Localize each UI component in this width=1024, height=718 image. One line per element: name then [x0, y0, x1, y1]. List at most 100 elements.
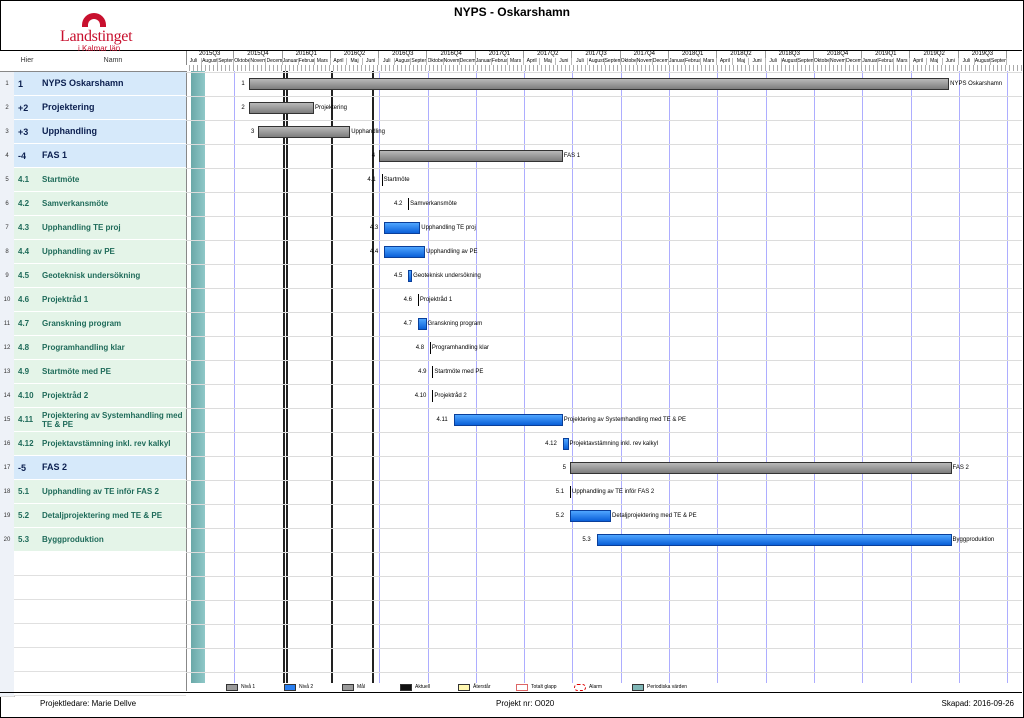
- timeline-month: December: [846, 58, 863, 65]
- name-column-header[interactable]: Namn: [40, 51, 186, 72]
- row-hier[interactable]: 4.2: [14, 192, 40, 216]
- row-name: Upphandling: [40, 120, 186, 144]
- row-gridline: [186, 408, 1022, 409]
- task-row[interactable]: 11 4.7 Granskning program: [0, 312, 186, 337]
- task-row[interactable]: 10 4.6 Projektråd 1: [0, 288, 186, 313]
- task-row[interactable]: 8 4.4 Upphandling av PE: [0, 240, 186, 265]
- row-hier[interactable]: 4.9: [14, 360, 40, 384]
- gantt-task-bar[interactable]: [417, 318, 427, 330]
- row-hier[interactable]: 1: [14, 72, 40, 96]
- row-number: [0, 552, 15, 577]
- gantt-milestone[interactable]: [432, 366, 434, 378]
- gantt-summary-bar[interactable]: [569, 462, 952, 474]
- gantt-summary-bar[interactable]: [248, 78, 950, 90]
- gantt-task-bar[interactable]: [562, 438, 569, 450]
- gantt-milestone[interactable]: [429, 342, 431, 354]
- row-name: Startmöte med PE: [40, 360, 186, 384]
- timeline-month: November: [443, 58, 460, 65]
- row-hier[interactable]: 4.5: [14, 264, 40, 288]
- row-name: Projektering: [40, 96, 186, 120]
- timeline-month: Mars: [894, 58, 911, 65]
- task-row[interactable]: 20 5.3 Byggproduktion: [0, 528, 186, 553]
- bar-id-label: 5.2: [555, 513, 565, 519]
- row-hier[interactable]: 5.1: [14, 480, 40, 504]
- task-row[interactable]: 5 4.1 Startmöte: [0, 168, 186, 193]
- task-row[interactable]: 17 -5 FAS 2: [0, 456, 186, 481]
- task-row[interactable]: 18 5.1 Upphandling av TE inför FAS 2: [0, 480, 186, 505]
- legend-swatch: [342, 683, 354, 691]
- gantt-task-bar[interactable]: [384, 222, 421, 234]
- timeline-month: Maj: [733, 58, 750, 65]
- gantt-task-bar[interactable]: [408, 270, 413, 282]
- legend-item: Periodiska värden: [632, 683, 687, 691]
- row-name: Upphandling TE proj: [40, 216, 186, 240]
- row-hier[interactable]: 4.11: [14, 408, 40, 432]
- row-number: 17: [0, 456, 15, 481]
- row-hier[interactable]: 4.7: [14, 312, 40, 336]
- gantt-milestone[interactable]: [381, 174, 383, 186]
- timeline-month: April: [524, 58, 541, 65]
- row-hier[interactable]: 4.10: [14, 384, 40, 408]
- gantt-milestone[interactable]: [432, 390, 434, 402]
- task-row[interactable]: 13 4.9 Startmöte med PE: [0, 360, 186, 385]
- task-row[interactable]: 14 4.10 Projektråd 2: [0, 384, 186, 409]
- legend-swatch: [284, 683, 296, 691]
- marker-line: [330, 71, 333, 683]
- task-row[interactable]: 6 4.2 Samverkansmöte: [0, 192, 186, 217]
- task-row[interactable]: 3 +3 Upphandling: [0, 120, 186, 145]
- row-hier[interactable]: 4.12: [14, 432, 40, 456]
- legend-item: Nivå 2: [284, 683, 313, 691]
- gantt-task-bar[interactable]: [384, 246, 426, 258]
- row-hier[interactable]: 5.2: [14, 504, 40, 528]
- task-row[interactable]: 4 -4 FAS 1: [0, 144, 186, 169]
- row-hier[interactable]: +3: [14, 120, 40, 144]
- row-name: Programhandling klar: [40, 336, 186, 360]
- bar-label: FAS 2: [952, 465, 969, 471]
- task-row[interactable]: 9 4.5 Geoteknisk undersökning: [0, 264, 186, 289]
- row-gridline: [186, 72, 1022, 73]
- gantt-milestone[interactable]: [408, 198, 410, 210]
- timeline-quarter: 2016Q3: [379, 51, 428, 58]
- row-hier[interactable]: 4.8: [14, 336, 40, 360]
- row-hier[interactable]: +2: [14, 96, 40, 120]
- bar-id-label: 4.4: [369, 249, 379, 255]
- row-hier-value: 4.2: [18, 199, 30, 208]
- gantt-summary-bar[interactable]: [379, 150, 563, 162]
- row-number: [0, 648, 15, 673]
- row-hier[interactable]: 4.1: [14, 168, 40, 192]
- gantt-task-bar[interactable]: [596, 534, 952, 546]
- row-hier[interactable]: 4.3: [14, 216, 40, 240]
- legend-swatch: [226, 683, 238, 691]
- task-row[interactable]: 2 +2 Projektering: [0, 96, 186, 121]
- bar-label: Projektråd 1: [419, 297, 453, 303]
- gantt-milestone[interactable]: [569, 486, 571, 498]
- task-row[interactable]: 12 4.8 Programhandling klar: [0, 336, 186, 361]
- hier-column-header[interactable]: Hier: [14, 51, 40, 72]
- empty-row: [0, 576, 186, 601]
- timeline-month: September: [411, 58, 428, 65]
- gantt-task-bar[interactable]: [569, 510, 612, 522]
- task-row[interactable]: 7 4.3 Upphandling TE proj: [0, 216, 186, 241]
- row-name: Samverkansmöte: [40, 192, 186, 216]
- gantt-summary-bar[interactable]: [248, 102, 314, 114]
- task-row[interactable]: 16 4.12 Projektavstämning inkl. rev kalkyl: [0, 432, 186, 457]
- task-row[interactable]: 19 5.2 Detaljprojektering med TE & PE: [0, 504, 186, 529]
- row-hier[interactable]: 5.3: [14, 528, 40, 552]
- timeline-quarter: 2017Q1: [476, 51, 525, 58]
- task-row[interactable]: 1 1 NYPS Oskarshamn: [0, 72, 186, 97]
- gantt-task-bar[interactable]: [454, 414, 563, 426]
- row-hier[interactable]: -4: [14, 144, 40, 168]
- task-row[interactable]: 15 4.11 Projektering av Systemhandling med…: [0, 408, 186, 433]
- row-hier[interactable]: -5: [14, 456, 40, 480]
- bar-id-label: 4.9: [418, 369, 427, 375]
- row-gridline: [186, 192, 1022, 193]
- gantt-milestone[interactable]: [417, 294, 419, 306]
- timeline-month: Juni: [363, 58, 380, 65]
- legend-swatch: [458, 683, 470, 691]
- timeline-weeks: [186, 65, 1022, 71]
- row-hier[interactable]: 4.6: [14, 288, 40, 312]
- row-hier: [14, 600, 40, 624]
- bar-label: Geoteknisk undersökning: [413, 273, 481, 279]
- gantt-summary-bar[interactable]: [258, 126, 351, 138]
- row-hier[interactable]: 4.4: [14, 240, 40, 264]
